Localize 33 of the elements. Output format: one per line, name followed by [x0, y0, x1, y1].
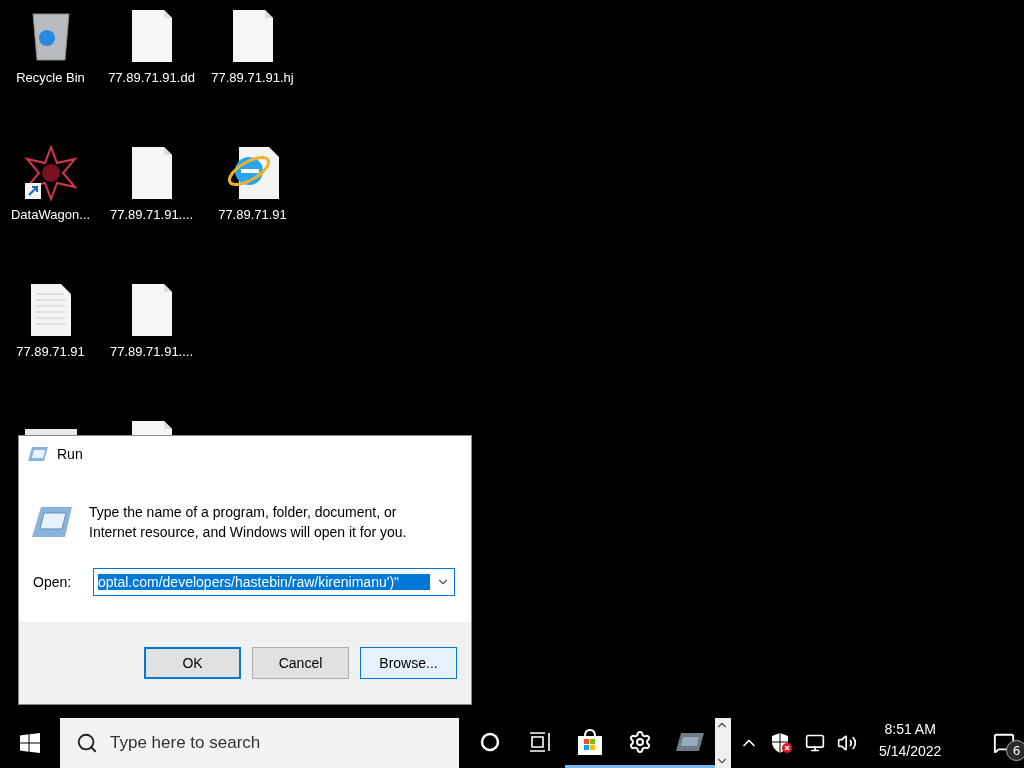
- circle-icon[interactable]: [479, 730, 501, 753]
- run-icon: [27, 446, 49, 462]
- dialog-button[interactable]: Cancel: [252, 647, 349, 679]
- icon-label: 77.89.71.91: [218, 207, 287, 222]
- icon-label: DataWagon...: [11, 207, 90, 222]
- icon-label: 77.89.71.91....: [109, 344, 194, 359]
- star-shortcut-icon: [22, 145, 79, 201]
- shield-icon[interactable]: [771, 732, 793, 754]
- search-icon: [76, 732, 98, 754]
- dialog-button[interactable]: Browse...: [360, 647, 457, 679]
- dialog-description: Type the name of a program, folder, document, or Internet resource, and Windows will open it for you.: [89, 503, 408, 542]
- store-icon[interactable]: [576, 727, 604, 756]
- window-title: Run: [57, 446, 83, 462]
- dialog-button[interactable]: OK: [144, 647, 241, 679]
- run-icon: [31, 506, 73, 538]
- icon-label: Recycle Bin: [16, 70, 85, 85]
- open-label: Open:: [33, 574, 73, 590]
- settings-icon[interactable]: [628, 729, 652, 754]
- taskbar-scroller[interactable]: [715, 718, 731, 768]
- network-icon[interactable]: [805, 733, 825, 753]
- open-field[interactable]: optal.com/developers/hastebin/raw/kirenimanu')": [93, 568, 455, 596]
- clock[interactable]: 8:51 AM 5/14/2022: [865, 718, 956, 768]
- icon-label: 77.89.71.91.hj: [211, 70, 294, 85]
- run-app-icon[interactable]: [675, 730, 705, 753]
- task-view-icon[interactable]: [529, 731, 551, 752]
- icon-label: 77.89.71.91: [16, 344, 85, 359]
- notifications-icon[interactable]: [993, 732, 1015, 754]
- icon-label: 77.89.71.91....: [109, 207, 194, 222]
- icon-label: 77.89.71.91.dd: [108, 70, 195, 85]
- windows-start-icon[interactable]: [20, 733, 40, 753]
- notification-count: 6: [1006, 740, 1024, 761]
- volume-icon[interactable]: [837, 733, 857, 753]
- search-field[interactable]: Type here to search: [60, 718, 459, 768]
